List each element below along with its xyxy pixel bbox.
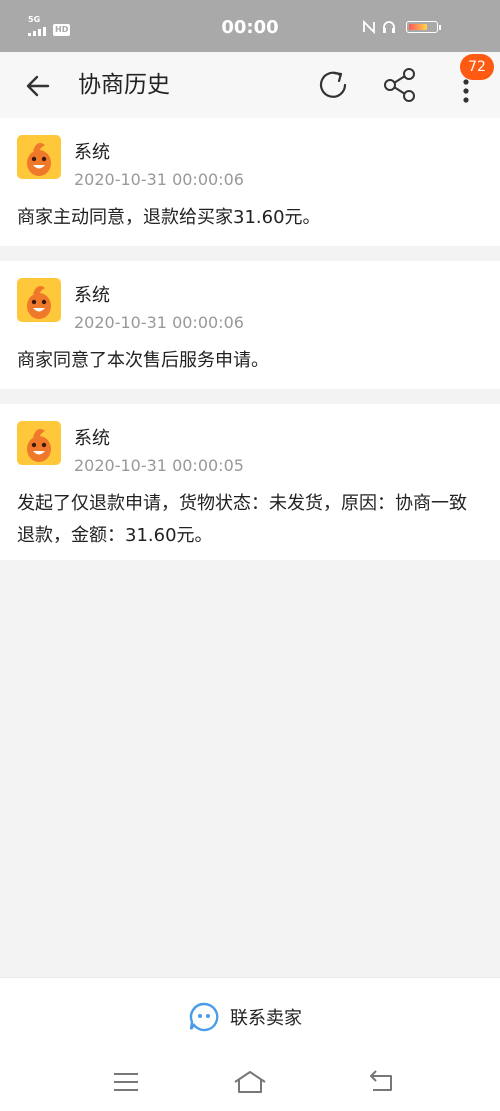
menu-icon[interactable] bbox=[111, 1069, 141, 1095]
notification-badge: 72 bbox=[460, 54, 494, 80]
message-text: 发起了仅退款申请，货物状态：未发货，原因：协商一致退款，金额：31.60元。 bbox=[17, 493, 467, 546]
message-time: 2020-10-31 00:00:05 bbox=[74, 456, 244, 475]
headphones-icon bbox=[383, 21, 395, 33]
home-icon[interactable] bbox=[233, 1069, 267, 1095]
chat-bubble-icon bbox=[189, 1002, 219, 1032]
sender-name: 系统 bbox=[74, 428, 110, 449]
page-title: 协商历史 bbox=[78, 72, 170, 98]
app-bar: 协商历史 bbox=[0, 52, 500, 119]
message-card: 系统 2020-10-31 00:00:06 商家同意了本次售后服务申请。 bbox=[0, 261, 500, 389]
message-time: 2020-10-31 00:00:06 bbox=[74, 313, 244, 332]
refresh-icon[interactable] bbox=[314, 66, 352, 104]
battery-icon bbox=[406, 21, 441, 33]
mascot-icon bbox=[27, 429, 51, 462]
avatar bbox=[17, 135, 61, 179]
system-nav-bar bbox=[0, 1053, 500, 1111]
avatar bbox=[17, 278, 61, 322]
mascot-icon bbox=[27, 286, 51, 319]
contact-seller-button[interactable]: 联系卖家 bbox=[188, 1000, 302, 1034]
contact-bar: 联系卖家 bbox=[0, 977, 500, 1054]
sender-name: 系统 bbox=[74, 142, 110, 163]
contact-seller-label: 联系卖家 bbox=[230, 1008, 302, 1029]
back-arrow-icon[interactable] bbox=[20, 68, 56, 104]
share-icon[interactable] bbox=[382, 66, 418, 104]
status-bar: 5G HD 00:00 bbox=[0, 0, 500, 52]
avatar bbox=[17, 421, 61, 465]
nfc-icon bbox=[363, 20, 375, 34]
back-nav-icon[interactable] bbox=[367, 1069, 397, 1095]
message-text: 商家主动同意，退款给买家31.60元。 bbox=[17, 207, 321, 228]
message-time: 2020-10-31 00:00:06 bbox=[74, 170, 244, 189]
mascot-icon bbox=[27, 143, 51, 176]
message-text: 商家同意了本次售后服务申请。 bbox=[17, 350, 269, 371]
message-card: 系统 2020-10-31 00:00:05 发起了仅退款申请，货物状态：未发货… bbox=[0, 404, 500, 560]
sender-name: 系统 bbox=[74, 285, 110, 306]
message-card: 系统 2020-10-31 00:00:06 商家主动同意，退款给买家31.60… bbox=[0, 118, 500, 246]
